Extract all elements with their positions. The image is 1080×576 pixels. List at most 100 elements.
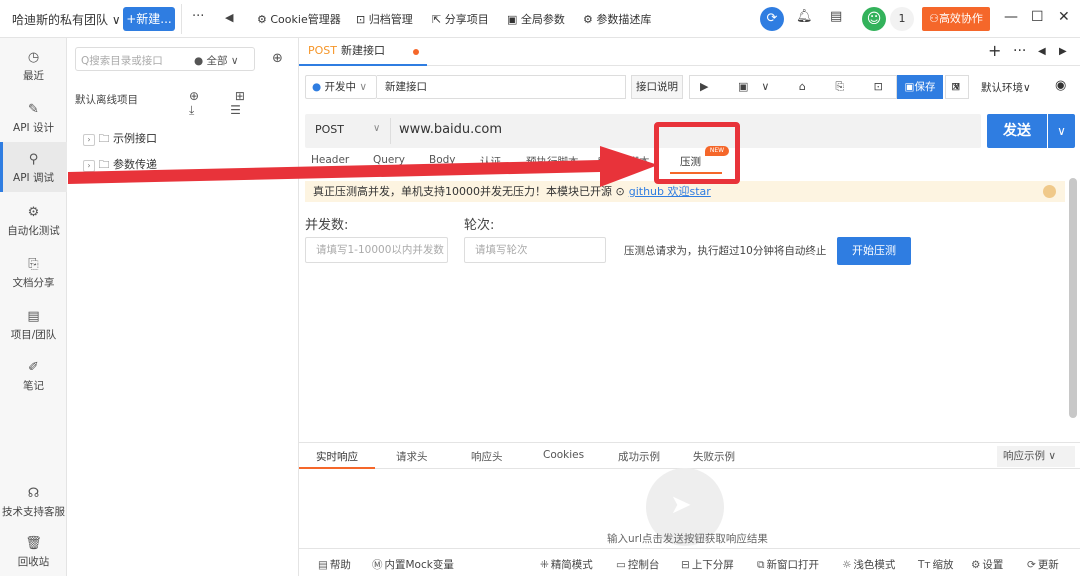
vertical-scrollbar[interactable] — [1069, 178, 1077, 418]
notes-icon[interactable]: ▤ — [830, 9, 842, 24]
collab-button[interactable]: ⚇高效协作 — [922, 7, 990, 31]
console-button[interactable]: ▭ 控制台 — [616, 557, 659, 572]
prev-tab-icon[interactable]: ◀ — [1038, 46, 1046, 57]
back-icon[interactable]: ◀ — [225, 11, 233, 24]
close-button[interactable]: ✕ — [1058, 9, 1070, 25]
send-button[interactable]: 发送 — [987, 114, 1047, 148]
help-icon: ▤ — [318, 559, 328, 571]
next-tab-icon[interactable]: ▶ — [1059, 46, 1067, 57]
tab-post-script[interactable]: 后执行脚本 — [597, 154, 650, 169]
response-example-select[interactable]: 响应示例 ∨ — [997, 446, 1075, 467]
compact-mode-button[interactable]: ⁜ 精简模式 — [540, 557, 593, 572]
nav-trash[interactable]: 🗑 回收站 — [0, 536, 67, 569]
help-button[interactable]: ▤ 帮助 — [318, 557, 351, 572]
method-divider — [390, 118, 391, 144]
tab-success-example[interactable]: 成功示例 — [618, 449, 660, 464]
rounds-input[interactable]: 请填写轮次 — [464, 237, 606, 263]
new-button[interactable]: +新建... — [123, 7, 175, 31]
add-tab-icon[interactable]: + — [988, 41, 1001, 60]
split-view-button[interactable]: ⊟ 上下分屏 — [681, 557, 734, 572]
api-name-input[interactable]: 新建接口 — [377, 75, 626, 99]
toolbar-divider — [181, 4, 182, 34]
tree-folder[interactable]: › 🗀 参数传递 — [83, 156, 157, 175]
tab-pre-script[interactable]: 预执行脚本 — [526, 154, 579, 169]
tree-panel: Q搜索目录或接口 ● 全部 ∨ ⊕ 默认离线项目 ⊕ ⊞ ⤓ ☰ › 🗀 示例接… — [67, 38, 299, 576]
tab-method: POST — [308, 44, 337, 57]
unsaved-dot — [413, 49, 419, 55]
start-stress-button[interactable]: 开始压测 — [837, 237, 911, 265]
save-dropdown[interactable]: ∨ — [945, 75, 969, 99]
share-project-button[interactable]: ⇱ 分享项目 — [432, 11, 489, 27]
concurrency-label: 并发数: — [305, 218, 349, 233]
nav-api-debug[interactable]: ⚲ API 调试 — [0, 142, 67, 192]
debug-icon: ⚲ — [28, 152, 39, 167]
github-link[interactable]: github 欢迎star — [629, 185, 711, 198]
nav-api-design[interactable]: ✎ API 设计 — [0, 102, 67, 135]
tab-failure-example[interactable]: 失败示例 — [693, 449, 735, 464]
nav-doc-share[interactable]: ⎘ 文档分享 — [0, 257, 67, 290]
cookie-manager-button[interactable]: ⚙ Cookie管理器 — [257, 11, 341, 27]
avatar[interactable]: ☺ — [862, 7, 886, 31]
mock-vars-button[interactable]: Ⓜ 内置Mock变量 — [372, 557, 454, 572]
tab-query[interactable]: Query — [373, 154, 405, 166]
archive-button[interactable]: ⊡ 归档管理 — [356, 11, 413, 27]
method-select[interactable]: POST — [315, 123, 344, 136]
nav-recent[interactable]: ◷ 最近 — [0, 50, 67, 83]
folder-icon: 🗀 — [98, 158, 110, 171]
team-icon: ▤ — [27, 309, 40, 324]
tab-response-headers[interactable]: 响应头 — [471, 449, 503, 464]
nav-automation[interactable]: ⚙ 自动化测试 — [0, 205, 67, 238]
status-select[interactable]: ● 开发中 ∨ — [305, 75, 377, 99]
param-library-button[interactable]: ⚙ 参数描述库 — [583, 11, 651, 27]
eye-icon[interactable]: ◉ — [1055, 78, 1066, 93]
nav-support[interactable]: ☊ 技术支持客服 — [0, 486, 67, 519]
new-window-button[interactable]: ⧉ 新窗口打开 — [757, 557, 819, 572]
tab-body[interactable]: Body — [429, 154, 456, 166]
tree-folder[interactable]: › 🗀 示例接口 — [83, 130, 157, 149]
cookie-icon: ⚙ — [257, 13, 267, 26]
tab-new-api[interactable]: POST 新建接口 — [299, 38, 427, 66]
bell-icon[interactable]: 🔔︎ — [796, 9, 813, 24]
concurrency-input[interactable]: 请填写1-10000以内并发数 — [305, 237, 448, 263]
chevron-down-icon[interactable]: ∨ — [373, 123, 380, 134]
more-icon[interactable]: ··· — [192, 9, 204, 24]
zoom-button[interactable]: Tт 缩放 — [918, 557, 954, 572]
expand-icon[interactable]: › — [83, 134, 95, 146]
more-tabs-icon[interactable]: ··· — [1013, 43, 1026, 59]
env-select[interactable]: 默认环境∨ — [981, 80, 1031, 95]
global-params-button[interactable]: ▣ 全局参数 — [507, 11, 565, 27]
search-input[interactable]: Q搜索目录或接口 ● 全部 ∨ — [75, 47, 255, 71]
url-input[interactable]: www.baidu.com — [399, 122, 502, 137]
doc-button[interactable]: 接口说明 — [631, 75, 683, 99]
team-selector[interactable]: 哈迪斯的私有团队 ∨ — [12, 11, 121, 28]
tab-auth[interactable]: 认证 — [480, 154, 501, 169]
maximize-button[interactable]: ☐ — [1031, 9, 1044, 25]
bottom-bar: ▤ 帮助 Ⓜ 内置Mock变量 ⁜ 精简模式 ▭ 控制台 ⊟ 上下分屏 ⧉ 新窗口打开 ☼ 浅… — [299, 548, 1080, 576]
light-mode-button[interactable]: ☼ 浅色模式 — [842, 557, 895, 572]
minimize-button[interactable]: — — [1004, 9, 1018, 25]
send-dropdown[interactable]: ∨ — [1048, 114, 1075, 148]
tab-cookies[interactable]: Cookies — [543, 449, 584, 461]
search-placeholder: Q搜索目录或接口 — [81, 55, 163, 67]
locate-icon[interactable]: ⊕ — [272, 51, 283, 66]
response-tab-underline — [299, 467, 375, 469]
expand-icon[interactable]: › — [83, 160, 95, 172]
url-bar: POST ∨ www.baidu.com — [305, 114, 981, 148]
nav-project-team[interactable]: ▤ 项目/团队 — [0, 309, 67, 342]
zoom-icon: Tт — [918, 559, 931, 571]
close-banner-icon[interactable] — [1043, 185, 1056, 198]
save-button[interactable]: ▣保存 — [897, 75, 943, 99]
nav-notes[interactable]: ✐ 笔记 — [0, 360, 67, 393]
tab-live-response[interactable]: 实时响应 — [316, 449, 358, 464]
tab-header[interactable]: Header — [311, 154, 349, 166]
tree-actions[interactable]: ⊕ ⊞ ⤓ ☰ — [189, 89, 298, 118]
gear-icon: ⚙ — [971, 559, 981, 571]
tab-request-headers[interactable]: 请求头 — [396, 449, 428, 464]
automation-icon: ⚙ — [27, 205, 40, 220]
sync-icon[interactable]: ⟳ — [760, 7, 784, 31]
update-button[interactable]: ⟳ 更新 — [1027, 557, 1059, 572]
settings-button[interactable]: ⚙ 设置 — [971, 557, 1003, 572]
notification-count[interactable]: 1 — [890, 7, 914, 31]
request-toolbar[interactable]: ▶ ▣∨ ⌂ ⎘ ⊡ ⇱ ⊠ — [689, 75, 960, 99]
filter-select[interactable]: ● 全部 ∨ — [194, 53, 239, 68]
